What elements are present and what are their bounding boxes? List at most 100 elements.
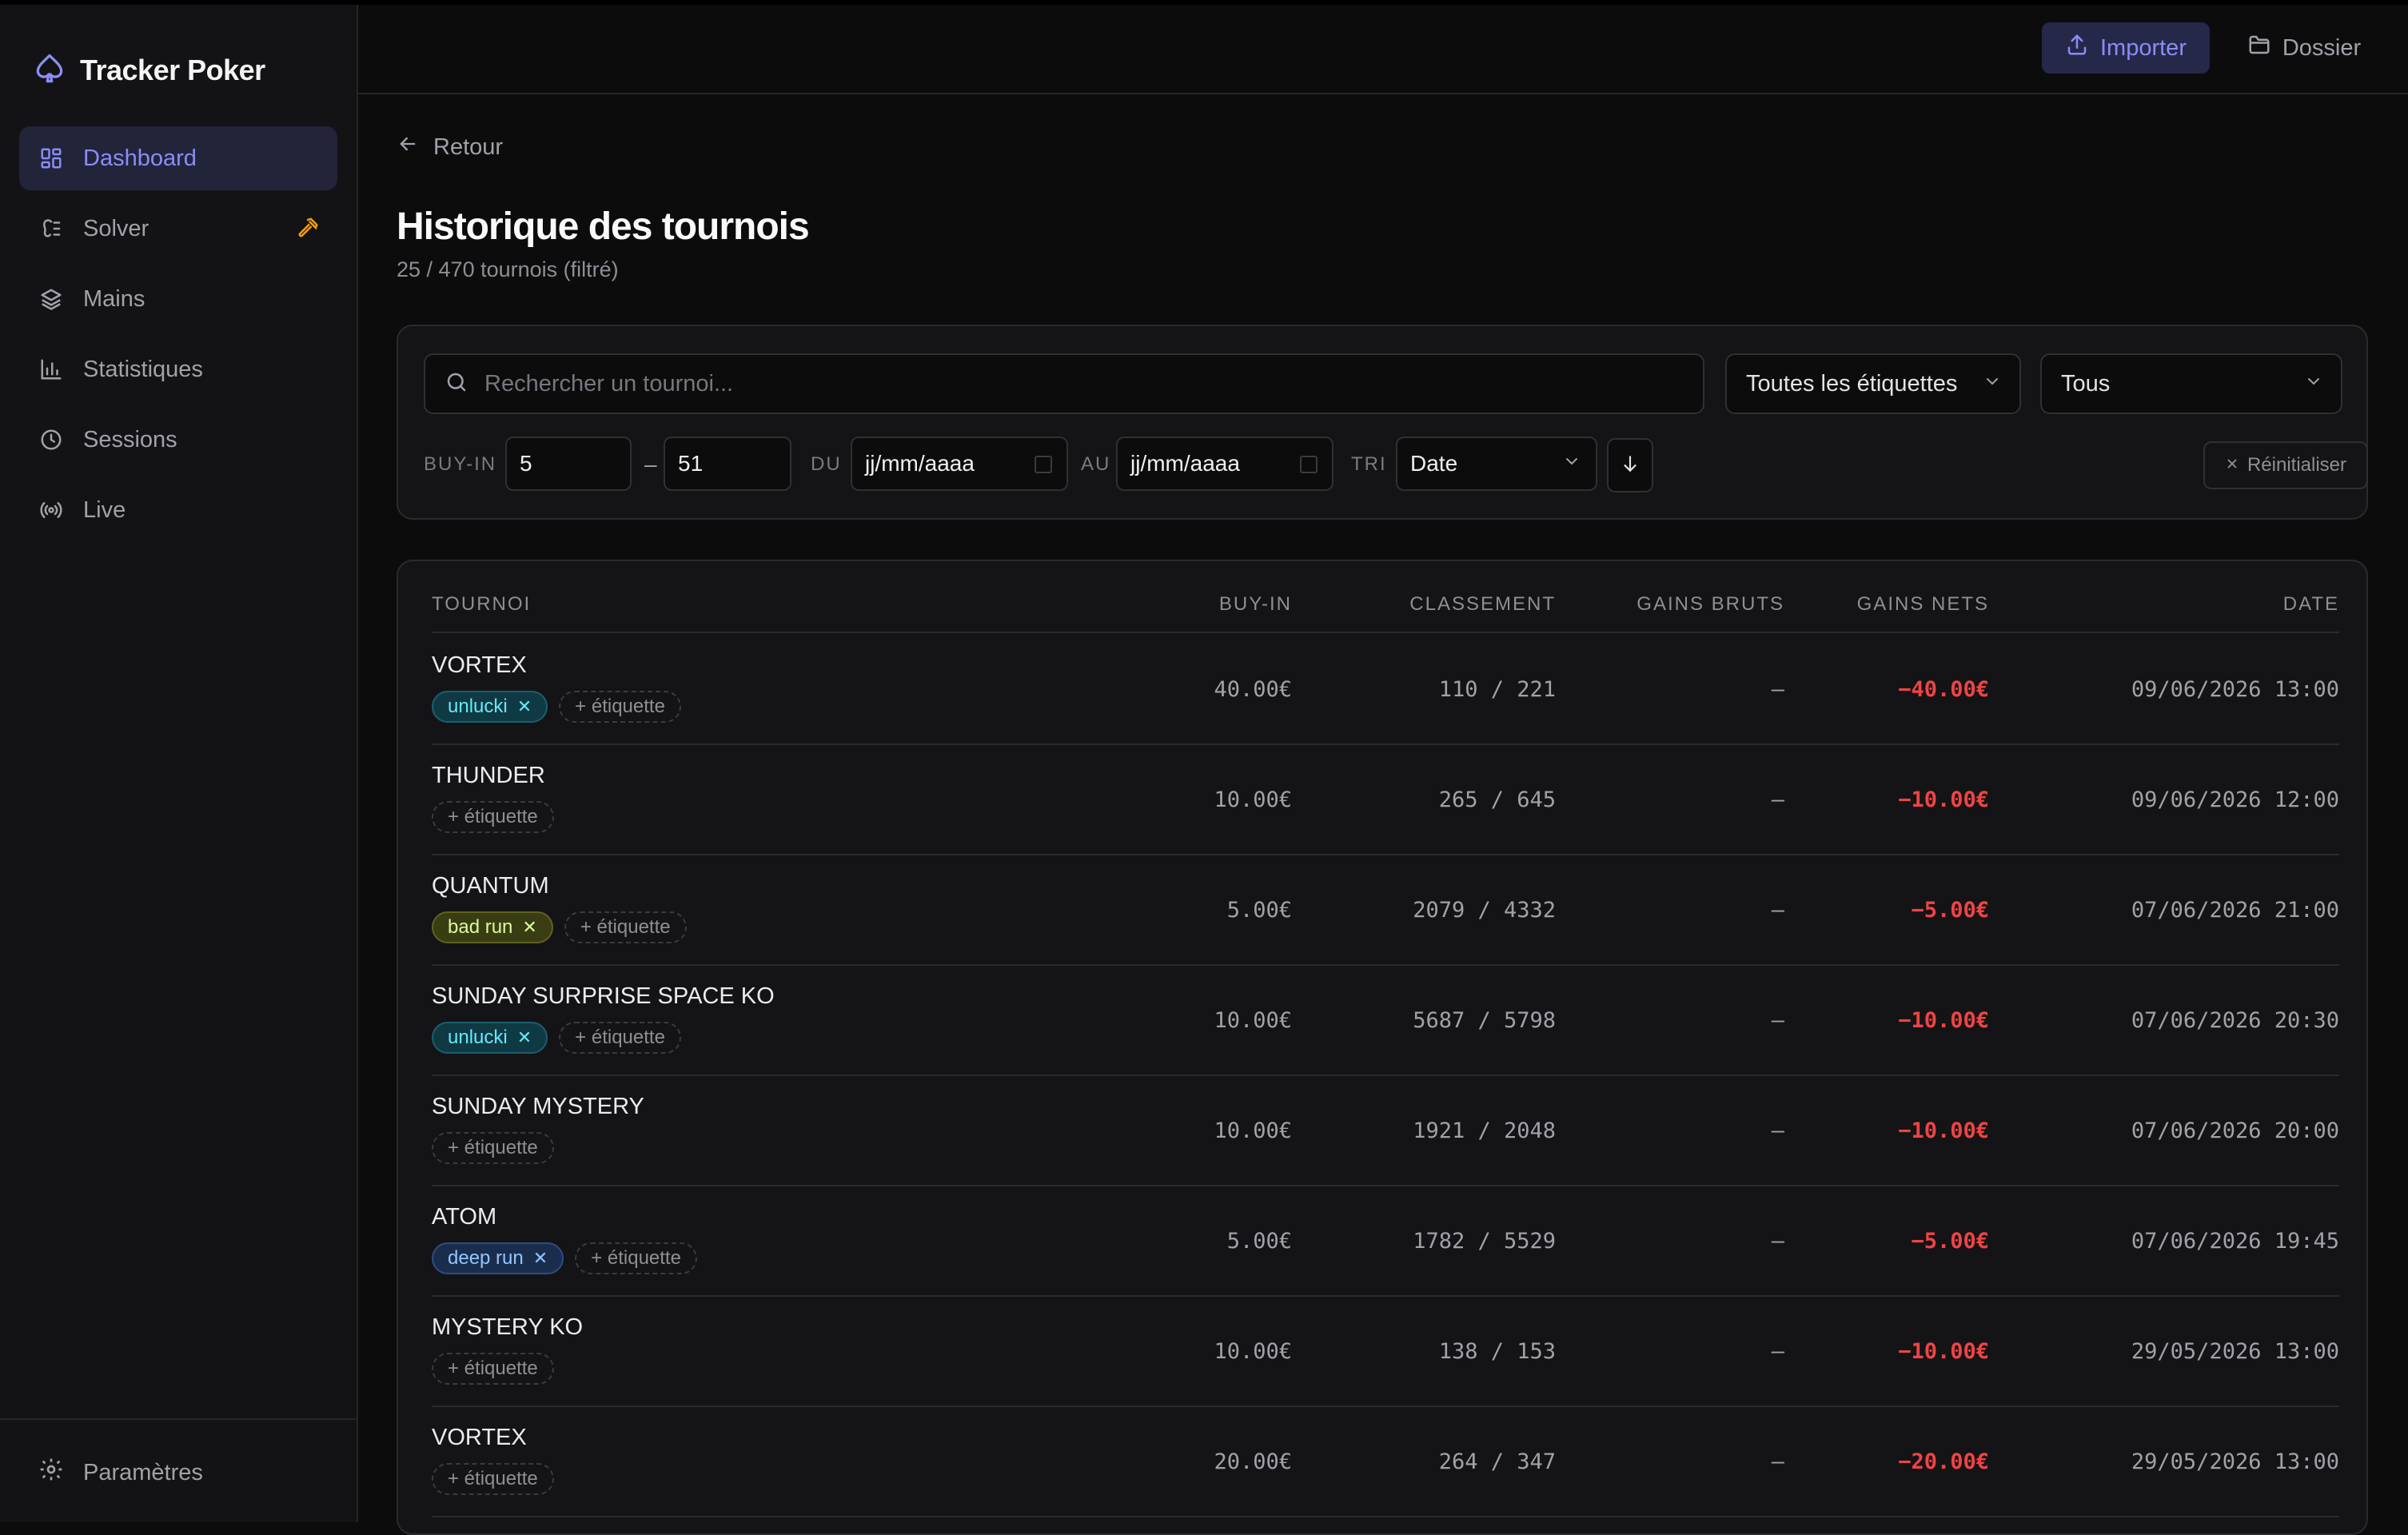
sidebar-footer: Paramètres bbox=[0, 1418, 357, 1524]
add-tag-button[interactable]: + étiquette bbox=[575, 1242, 697, 1274]
gross-winnings-cell: — bbox=[1771, 787, 1784, 812]
sidebar-item-label: Statistiques bbox=[83, 356, 203, 382]
tournament-tags: + étiquette bbox=[432, 1463, 554, 1495]
date-cell: 29/05/2026 13:00 bbox=[2131, 1449, 2339, 1474]
tournament-name[interactable]: SUNDAY SURPRISE SPACE KO bbox=[432, 983, 775, 1010]
remove-tag-icon[interactable]: ✕ bbox=[517, 696, 532, 717]
folder-button[interactable]: Dossier bbox=[2232, 22, 2376, 74]
add-tag-button[interactable]: + étiquette bbox=[564, 911, 687, 943]
table-row[interactable]: VORTEX unlucki ✕ + étiquette 40.00€ 110 / 221… bbox=[432, 635, 2339, 745]
table-row[interactable]: QUANTUM bad run ✕ + étiquette 5.00€ 2079 / 43… bbox=[432, 855, 2339, 966]
rank-cell: 1921 / 2048 bbox=[1413, 1118, 1556, 1143]
tag-chip: unlucki ✕ bbox=[432, 691, 548, 723]
net-winnings-cell: −20.00€ bbox=[1898, 1449, 1989, 1474]
tags-filter-value: Toutes les étiquettes bbox=[1746, 370, 1958, 397]
tags-filter-select[interactable]: Toutes les étiquettes bbox=[1725, 353, 2021, 414]
remove-tag-icon[interactable]: ✕ bbox=[522, 917, 536, 938]
rank-cell: 1782 / 5529 bbox=[1413, 1228, 1556, 1254]
calendar-icon[interactable] bbox=[1300, 456, 1318, 473]
buyin-min-value: 5 bbox=[520, 451, 532, 476]
tag-label: bad run bbox=[448, 916, 513, 938]
sidebar-item-solver[interactable]: Solver bbox=[19, 197, 337, 261]
tournament-tags: deep run ✕ + étiquette bbox=[432, 1242, 697, 1274]
search-input[interactable] bbox=[483, 369, 1685, 398]
brand[interactable]: Tracker Poker bbox=[32, 46, 265, 94]
sidebar-item-sessions[interactable]: Sessions bbox=[19, 408, 337, 472]
column-header-date[interactable]: DATE bbox=[2283, 593, 2339, 616]
column-header-buyin[interactable]: BUY-IN bbox=[1219, 593, 1292, 616]
tournament-name[interactable]: SUNDAY MYSTERY bbox=[432, 1094, 644, 1120]
reset-label: Réinitialiser bbox=[2247, 454, 2347, 476]
net-winnings-cell: −10.00€ bbox=[1898, 1007, 1989, 1033]
table-row[interactable]: VORTEX + étiquette 20.00€ 264 / 347 — −20.00€… bbox=[432, 1407, 2339, 1517]
import-label: Importer bbox=[2100, 34, 2187, 61]
buyin-min-input[interactable]: 5 bbox=[505, 437, 632, 491]
tag-chip: unlucki ✕ bbox=[432, 1022, 548, 1054]
back-link[interactable]: Retour bbox=[397, 133, 503, 161]
sidebar-item-label: Dashboard bbox=[83, 145, 197, 171]
sidebar-item-dashboard[interactable]: Dashboard bbox=[19, 126, 337, 190]
buyin-cell: 10.00€ bbox=[1214, 1007, 1292, 1033]
upload-icon bbox=[2065, 33, 2089, 63]
add-tag-button[interactable]: + étiquette bbox=[432, 801, 554, 833]
sidebar: Tracker Poker Dashboard Solver Mains Sta… bbox=[0, 5, 358, 1522]
gross-winnings-cell: — bbox=[1771, 676, 1784, 702]
gross-winnings-cell: — bbox=[1771, 1228, 1784, 1254]
app-name: Tracker Poker bbox=[80, 54, 265, 86]
date-from-label: DU bbox=[811, 453, 842, 475]
date-cell: 07/06/2026 19:45 bbox=[2131, 1228, 2339, 1254]
tag-chip: deep run ✕ bbox=[432, 1242, 564, 1274]
rank-cell: 110 / 221 bbox=[1438, 676, 1556, 702]
table-row[interactable]: SUNDAY MYSTERY + étiquette 10.00€ 1921 / 20… bbox=[432, 1076, 2339, 1186]
sidebar-item-live[interactable]: Live bbox=[19, 478, 337, 542]
tag-label: deep run bbox=[448, 1247, 524, 1269]
import-button[interactable]: Importer bbox=[2042, 22, 2210, 74]
sort-label: TRI bbox=[1351, 453, 1387, 475]
reset-filters-button[interactable]: Réinitialiser bbox=[2203, 441, 2368, 489]
rank-cell: 5687 / 5798 bbox=[1413, 1007, 1556, 1033]
table-row[interactable]: ATOM deep run ✕ + étiquette 5.00€ 1782 / 5529… bbox=[432, 1186, 2339, 1297]
status-filter-select[interactable]: Tous bbox=[2040, 353, 2342, 414]
status-filter-value: Tous bbox=[2061, 370, 2111, 397]
sidebar-item-mains[interactable]: Mains bbox=[19, 267, 337, 331]
add-tag-button[interactable]: + étiquette bbox=[432, 1132, 554, 1164]
rank-cell: 138 / 153 bbox=[1438, 1338, 1556, 1364]
tournament-name[interactable]: VORTEX bbox=[432, 1425, 527, 1451]
calendar-icon[interactable] bbox=[1035, 456, 1052, 473]
column-header-net[interactable]: GAINS NETS bbox=[1857, 593, 1989, 616]
table-row[interactable]: MYSTERY KO + étiquette 10.00€ 138 / 153 — −10… bbox=[432, 1297, 2339, 1407]
tournament-tags: + étiquette bbox=[432, 1353, 554, 1385]
settings-link[interactable]: Paramètres bbox=[38, 1457, 203, 1489]
column-header-rank[interactable]: CLASSEMENT bbox=[1409, 593, 1556, 616]
add-tag-button[interactable]: + étiquette bbox=[432, 1463, 554, 1495]
table-row[interactable]: THUNDER + étiquette 10.00€ 265 / 645 — −10.00… bbox=[432, 745, 2339, 855]
sort-direction-button[interactable] bbox=[1607, 438, 1653, 492]
column-header-gross[interactable]: GAINS BRUTS bbox=[1637, 593, 1784, 616]
add-tag-button[interactable]: + étiquette bbox=[559, 1022, 681, 1054]
gross-winnings-cell: — bbox=[1771, 1007, 1784, 1033]
date-from-input[interactable]: jj/mm/aaaa bbox=[851, 437, 1068, 491]
buyin-cell: 5.00€ bbox=[1226, 897, 1292, 923]
remove-tag-icon[interactable]: ✕ bbox=[517, 1027, 532, 1048]
date-cell: 07/06/2026 20:00 bbox=[2131, 1118, 2339, 1143]
tournament-name[interactable]: ATOM bbox=[432, 1204, 496, 1230]
remove-tag-icon[interactable]: ✕ bbox=[533, 1248, 548, 1269]
tournament-name[interactable]: QUANTUM bbox=[432, 873, 549, 899]
tag-chip: bad run ✕ bbox=[432, 911, 553, 943]
sort-select[interactable]: Date bbox=[1396, 437, 1597, 491]
sidebar-item-statistiques[interactable]: Statistiques bbox=[19, 337, 337, 401]
buyin-cell: 10.00€ bbox=[1214, 787, 1292, 812]
table-row[interactable]: SUNDAY SURPRISE SPACE KO unlucki ✕ + étique… bbox=[432, 966, 2339, 1076]
date-cell: 07/06/2026 21:00 bbox=[2131, 897, 2339, 923]
buyin-cell: 40.00€ bbox=[1214, 676, 1292, 702]
column-header-tournament[interactable]: TOURNOI bbox=[432, 593, 531, 616]
add-tag-button[interactable]: + étiquette bbox=[559, 691, 681, 723]
date-to-input[interactable]: jj/mm/aaaa bbox=[1116, 437, 1334, 491]
buyin-max-input[interactable]: 51 bbox=[664, 437, 791, 491]
tournament-name[interactable]: THUNDER bbox=[432, 763, 545, 789]
tournament-name[interactable]: MYSTERY KO bbox=[432, 1314, 583, 1341]
back-label: Retour bbox=[433, 134, 504, 160]
search-box[interactable] bbox=[424, 353, 1704, 414]
tournament-name[interactable]: VORTEX bbox=[432, 652, 527, 679]
add-tag-button[interactable]: + étiquette bbox=[432, 1353, 554, 1385]
